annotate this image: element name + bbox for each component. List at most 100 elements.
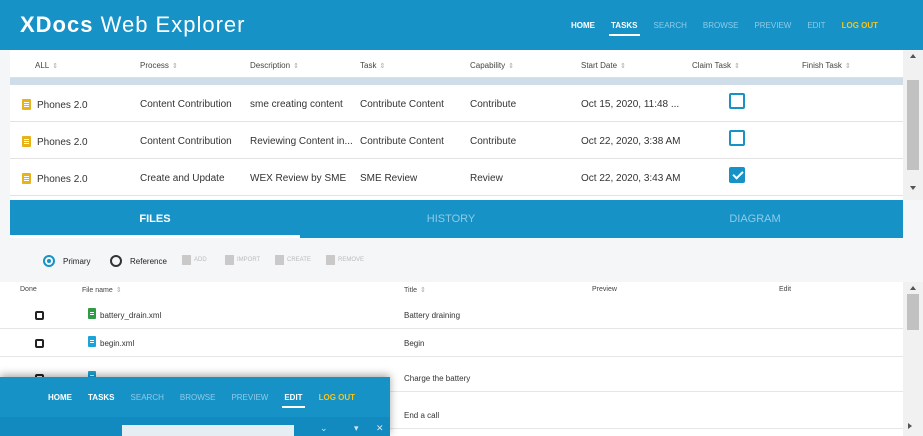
- main-nav: HOME TASKS SEARCH BROWSE PREVIEW EDIT LO…: [563, 0, 886, 50]
- nav-search[interactable]: SEARCH: [646, 0, 695, 50]
- table-row[interactable]: Phones 2.0 Content Contribution sme crea…: [10, 85, 903, 122]
- tab-diagram[interactable]: DIAGRAM: [610, 200, 900, 238]
- overlay-nav: HOME TASKS SEARCH BROWSE PREVIEW EDIT LO…: [40, 377, 363, 417]
- overlay-nav-edit[interactable]: EDIT: [276, 377, 310, 417]
- start-date-cell: Oct 22, 2020, 3:43 AM: [581, 173, 681, 184]
- remove-button[interactable]: REMOVE: [326, 255, 364, 265]
- file-name-cell: battery_drain.xml: [100, 311, 162, 320]
- remove-icon: [326, 255, 335, 265]
- overlay-nav-search[interactable]: SEARCH: [123, 377, 172, 417]
- nav-preview[interactable]: PREVIEW: [746, 0, 799, 50]
- sort-icon: ⇕: [733, 63, 740, 70]
- start-date-cell: Oct 15, 2020, 11:48 ...: [581, 99, 680, 110]
- scroll-up-icon[interactable]: [910, 286, 916, 290]
- overlay-nav-logout[interactable]: LOG OUT: [311, 377, 363, 417]
- column-header-task[interactable]: Task ⇕: [360, 61, 385, 70]
- file-row[interactable]: battery_drain.xml Battery draining: [0, 302, 903, 329]
- chevron-down-icon[interactable]: ⌄: [320, 423, 328, 434]
- document-icon: [22, 99, 31, 110]
- tab-history[interactable]: HISTORY: [306, 200, 596, 238]
- xml-file-icon: [88, 308, 96, 319]
- brand-rest: Web Explorer: [100, 12, 246, 37]
- sort-icon: ⇕: [620, 63, 626, 70]
- xml-file-icon: [88, 336, 96, 347]
- sort-icon: ⇕: [508, 63, 515, 70]
- scroll-down-icon[interactable]: [910, 186, 916, 190]
- brand-bold: XDocs: [20, 12, 94, 37]
- capability-cell: Contribute: [470, 99, 517, 110]
- add-button[interactable]: ADD: [182, 255, 207, 265]
- done-checkbox[interactable]: [35, 311, 44, 320]
- table-row[interactable]: Phones 2.0 Content Contribution Reviewin…: [10, 122, 903, 159]
- task-cell: Contribute Content: [360, 136, 444, 147]
- scroll-right-icon[interactable]: [908, 423, 912, 429]
- close-icon[interactable]: ✕: [376, 423, 384, 434]
- column-header-start-date[interactable]: Start Date ⇕: [581, 61, 626, 70]
- column-header-preview: Preview: [592, 286, 617, 293]
- overlay-nav-tasks[interactable]: TASKS: [80, 377, 123, 417]
- files-toolbar: Primary Reference ADD IMPORT CREATE REMO…: [10, 238, 903, 282]
- done-checkbox[interactable]: [35, 339, 44, 348]
- nav-logout[interactable]: LOG OUT: [834, 0, 886, 50]
- scroll-up-icon[interactable]: [910, 54, 916, 58]
- import-button[interactable]: IMPORT: [225, 255, 260, 265]
- column-header-process[interactable]: Process ⇕: [140, 61, 178, 70]
- claim-task-checkbox[interactable]: [729, 167, 745, 183]
- overlay-nav-browse[interactable]: BROWSE: [172, 377, 224, 417]
- sort-icon: ⇕: [171, 63, 178, 70]
- task-name-cell: Phones 2.0: [22, 173, 88, 185]
- task-name-cell: Phones 2.0: [22, 136, 88, 148]
- reference-radio[interactable]: [110, 255, 122, 267]
- sort-icon: ⇕: [52, 63, 59, 70]
- sort-icon: ⇕: [293, 63, 299, 70]
- file-row[interactable]: begin.xml Begin: [0, 330, 903, 357]
- tasks-scrollbar[interactable]: [903, 50, 923, 200]
- caret-up-icon[interactable]: ▾: [354, 423, 359, 434]
- create-button[interactable]: CREATE: [275, 255, 311, 265]
- column-header-claim-task[interactable]: Claim Task ⇕: [692, 61, 740, 70]
- description-cell: WEX Review by SME: [250, 173, 347, 184]
- overlay-window: HOME TASKS SEARCH BROWSE PREVIEW EDIT LO…: [0, 377, 390, 436]
- tasks-table: ALL ⇕ Process ⇕ Description ⇕ Task ⇕ Capabil…: [10, 50, 903, 200]
- files-scrollbar[interactable]: [903, 282, 923, 436]
- title-cell: Battery draining: [404, 311, 461, 320]
- sort-icon: ⇕: [115, 287, 122, 294]
- nav-tasks[interactable]: TASKS: [603, 0, 646, 50]
- primary-label: Primary: [63, 257, 91, 266]
- sort-icon: ⇕: [844, 63, 851, 70]
- scroll-thumb[interactable]: [907, 294, 919, 330]
- overlay-nav-home[interactable]: HOME: [40, 377, 80, 417]
- description-cell: sme creating content: [250, 99, 343, 110]
- overlay-input[interactable]: [122, 425, 294, 436]
- process-cell: Create and Update: [140, 173, 225, 184]
- title-cell: Charge the battery: [404, 374, 471, 383]
- add-icon: [182, 255, 191, 265]
- column-header-file-name[interactable]: File name ⇕: [82, 286, 122, 294]
- import-icon: [225, 255, 234, 265]
- tab-files[interactable]: FILES: [10, 200, 300, 238]
- primary-radio[interactable]: [43, 255, 55, 267]
- column-header-description[interactable]: Description ⇕: [250, 61, 299, 70]
- nav-home[interactable]: HOME: [563, 0, 603, 50]
- description-cell: Reviewing Content in...: [250, 136, 353, 147]
- column-header-title[interactable]: Title ⇕: [404, 286, 426, 294]
- column-header-capability[interactable]: Capability ⇕: [470, 61, 514, 70]
- column-header-done[interactable]: Done: [20, 286, 37, 293]
- document-icon: [22, 136, 31, 147]
- claim-task-checkbox[interactable]: [729, 130, 745, 146]
- scroll-thumb[interactable]: [907, 80, 919, 170]
- claim-task-checkbox[interactable]: [729, 93, 745, 109]
- overlay-nav-preview[interactable]: PREVIEW: [223, 377, 276, 417]
- app-logo: XDocs Web Explorer: [20, 12, 245, 38]
- bottom-tab-bar: FILES HISTORY DIAGRAM: [10, 200, 903, 238]
- table-row[interactable]: Phones 2.0 Create and Update WEX Review …: [10, 159, 903, 196]
- task-name-cell: Phones 2.0: [22, 99, 88, 111]
- nav-browse[interactable]: BROWSE: [695, 0, 747, 50]
- column-header-finish-task[interactable]: Finish Task ⇕: [802, 61, 851, 70]
- task-cell: Contribute Content: [360, 99, 444, 110]
- nav-edit[interactable]: EDIT: [799, 0, 833, 50]
- document-icon: [22, 173, 31, 184]
- process-cell: Content Contribution: [140, 136, 232, 147]
- reference-label: Reference: [130, 257, 167, 266]
- column-header-all[interactable]: ALL ⇕: [35, 61, 58, 70]
